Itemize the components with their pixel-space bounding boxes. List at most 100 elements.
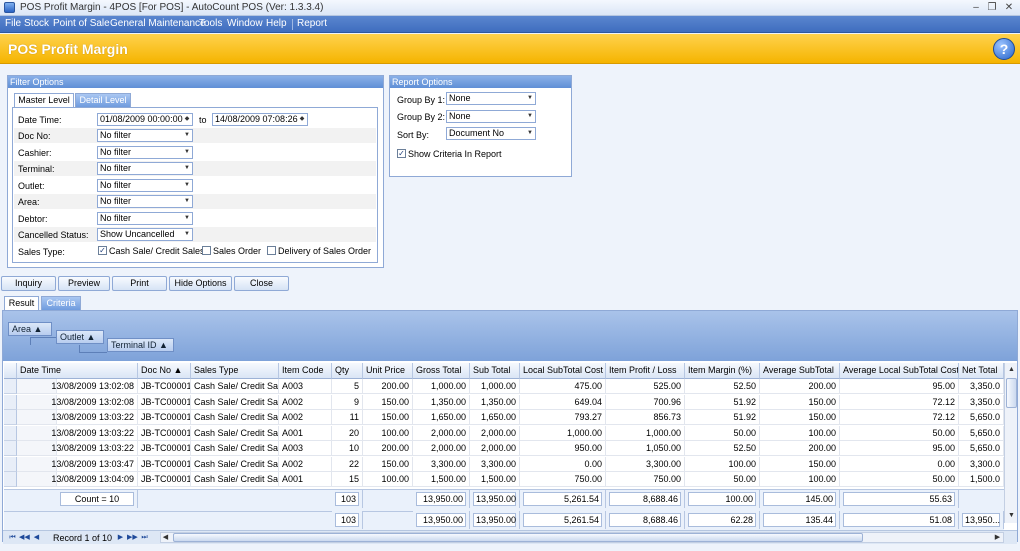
cell-qty[interactable]: 20: [332, 425, 363, 441]
cell-sales-type[interactable]: Cash Sale/ Credit Sales: [191, 394, 279, 410]
outlet-select[interactable]: No filter ▼: [97, 179, 193, 192]
cell-item-margin[interactable]: 100.00: [685, 456, 760, 472]
cell-unit-price[interactable]: 100.00: [363, 472, 413, 487]
cell-sales-type[interactable]: Cash Sale/ Credit Sales: [191, 441, 279, 456]
cell-average-local-subtotal-cost[interactable]: 50.00: [840, 472, 959, 487]
menu-report[interactable]: Report: [297, 18, 327, 29]
cell-sales-type[interactable]: Cash Sale/ Credit Sales: [191, 456, 279, 472]
cell-date-time[interactable]: 13/08/2009 13:03:22: [17, 410, 138, 425]
cell-local-subtotal-cost[interactable]: 950.00: [520, 441, 606, 456]
table-row[interactable]: 13/08/2009 13:04:09 JB-TC000018 Cash Sale/…: [4, 472, 1004, 487]
cell-gross-total[interactable]: 1,000.00: [413, 379, 470, 394]
group-by-1-select[interactable]: None ▼: [446, 92, 536, 105]
cell-sales-type[interactable]: Cash Sale/ Credit Sales: [191, 472, 279, 487]
cell-item-margin[interactable]: 51.92: [685, 394, 760, 410]
cell-item-margin[interactable]: 52.50: [685, 441, 760, 456]
cell-average-local-subtotal-cost[interactable]: 95.00: [840, 441, 959, 456]
terminal-select[interactable]: No filter ▼: [97, 162, 193, 175]
tab-detail-level[interactable]: Detail Level: [75, 93, 131, 107]
group-chip-area[interactable]: Area ▲: [8, 322, 52, 336]
scroll-thumb[interactable]: [1006, 378, 1017, 408]
col-header-doc-no[interactable]: Doc No ▲: [138, 363, 191, 379]
close-button[interactable]: Close: [234, 276, 289, 291]
cell-item-code[interactable]: A002: [279, 394, 332, 410]
cell-doc-no[interactable]: JB-TC000015: [138, 379, 191, 394]
table-row[interactable]: 13/08/2009 13:03:47 JB-TC000017 Cash Sale/…: [4, 456, 1004, 472]
cell-qty[interactable]: 10: [332, 441, 363, 456]
scroll-left-icon[interactable]: ◀: [161, 533, 170, 542]
cell-doc-no[interactable]: JB-TC000018: [138, 472, 191, 487]
cell-average-local-subtotal-cost[interactable]: 0.00: [840, 456, 959, 472]
cell-gross-total[interactable]: 2,000.00: [413, 441, 470, 456]
cell-gross-total[interactable]: 2,000.00: [413, 425, 470, 441]
cell-item-code[interactable]: A002: [279, 456, 332, 472]
table-row[interactable]: 13/08/2009 13:02:08 JB-TC000015 Cash Sale/…: [4, 394, 1004, 410]
cell-item-code[interactable]: A003: [279, 379, 332, 394]
next-page-icon[interactable]: ▶▶: [127, 533, 138, 542]
cell-average-local-subtotal-cost[interactable]: 95.00: [840, 379, 959, 394]
group-chip-outlet[interactable]: Outlet ▲: [56, 330, 104, 344]
cell-sub-total[interactable]: 1,350.00: [470, 394, 520, 410]
tab-result[interactable]: Result: [4, 296, 39, 310]
restore-icon[interactable]: ❐: [984, 1, 1000, 14]
table-row[interactable]: 13/08/2009 13:02:08 JB-TC000015 Cash Sale/…: [4, 379, 1004, 394]
cell-item-profit-loss[interactable]: 1,000.00: [606, 425, 685, 441]
delivery-order-checkbox[interactable]: [267, 246, 276, 255]
cell-item-profit-loss[interactable]: 750.00: [606, 472, 685, 487]
sort-by-select[interactable]: Document No ▼: [446, 127, 536, 140]
cell-local-subtotal-cost[interactable]: 475.00: [520, 379, 606, 394]
cell-sales-type[interactable]: Cash Sale/ Credit Sales: [191, 379, 279, 394]
cell-doc-no[interactable]: JB-TC000016: [138, 441, 191, 456]
table-row[interactable]: 13/08/2009 13:03:22 JB-TC000016 Cash Sale/…: [4, 441, 1004, 456]
previous-record-icon[interactable]: ◀: [32, 533, 41, 542]
row-indicator[interactable]: [4, 472, 17, 487]
cell-item-margin[interactable]: 50.00: [685, 425, 760, 441]
cell-sub-total[interactable]: 1,650.00: [470, 410, 520, 425]
row-indicator[interactable]: [4, 379, 17, 394]
cell-unit-price[interactable]: 200.00: [363, 441, 413, 456]
chevron-down-icon[interactable]: ▼: [525, 93, 535, 104]
group-chip-terminal-id[interactable]: Terminal ID ▲: [107, 338, 174, 352]
cell-net-total[interactable]: 5,650.0: [959, 441, 1004, 456]
menu-file[interactable]: File: [5, 18, 21, 29]
cell-average-subtotal[interactable]: 150.00: [760, 410, 840, 425]
cell-date-time[interactable]: 13/08/2009 13:02:08: [17, 379, 138, 394]
chevron-down-icon[interactable]: ▼: [182, 180, 192, 191]
cell-item-code[interactable]: A003: [279, 441, 332, 456]
h-scroll-thumb[interactable]: [173, 533, 863, 542]
cell-item-profit-loss[interactable]: 1,050.00: [606, 441, 685, 456]
last-record-icon[interactable]: ⏭: [140, 533, 149, 542]
col-header-net-total[interactable]: Net Total: [959, 363, 1004, 379]
cell-average-local-subtotal-cost[interactable]: 72.12: [840, 410, 959, 425]
cell-qty[interactable]: 15: [332, 472, 363, 487]
cell-date-time[interactable]: 13/08/2009 13:02:08: [17, 394, 138, 410]
cell-date-time[interactable]: 13/08/2009 13:03:22: [17, 425, 138, 441]
tab-criteria[interactable]: Criteria: [41, 296, 81, 310]
cell-local-subtotal-cost[interactable]: 649.04: [520, 394, 606, 410]
cell-average-subtotal[interactable]: 150.00: [760, 394, 840, 410]
inquiry-button[interactable]: Inquiry: [1, 276, 56, 291]
cell-net-total[interactable]: 3,350.0: [959, 379, 1004, 394]
cell-item-profit-loss[interactable]: 3,300.00: [606, 456, 685, 472]
horizontal-scrollbar[interactable]: ◀ ▶: [160, 532, 1004, 543]
cell-net-total[interactable]: 5,650.0: [959, 410, 1004, 425]
cell-sub-total[interactable]: 2,000.00: [470, 425, 520, 441]
col-header-date-time[interactable]: Date Time: [17, 363, 138, 379]
scroll-up-icon[interactable]: ▲: [1007, 365, 1016, 374]
cell-gross-total[interactable]: 3,300.00: [413, 456, 470, 472]
table-row[interactable]: 13/08/2009 13:03:22 JB-TC000016 Cash Sale/…: [4, 410, 1004, 425]
cell-net-total[interactable]: 1,500.0: [959, 472, 1004, 487]
cell-item-code[interactable]: A001: [279, 425, 332, 441]
cell-unit-price[interactable]: 100.00: [363, 425, 413, 441]
cell-item-margin[interactable]: 50.00: [685, 472, 760, 487]
row-indicator[interactable]: [4, 441, 17, 456]
cell-unit-price[interactable]: 150.00: [363, 394, 413, 410]
hide-options-button[interactable]: Hide Options: [169, 276, 232, 291]
cashier-select[interactable]: No filter ▼: [97, 146, 193, 159]
cell-item-code[interactable]: A002: [279, 410, 332, 425]
cell-sub-total[interactable]: 1,000.00: [470, 379, 520, 394]
sales-order-checkbox[interactable]: [202, 246, 211, 255]
area-select[interactable]: No filter ▼: [97, 195, 193, 208]
chevron-down-icon[interactable]: ▼: [182, 213, 192, 224]
menu-stock[interactable]: Stock: [24, 18, 49, 29]
